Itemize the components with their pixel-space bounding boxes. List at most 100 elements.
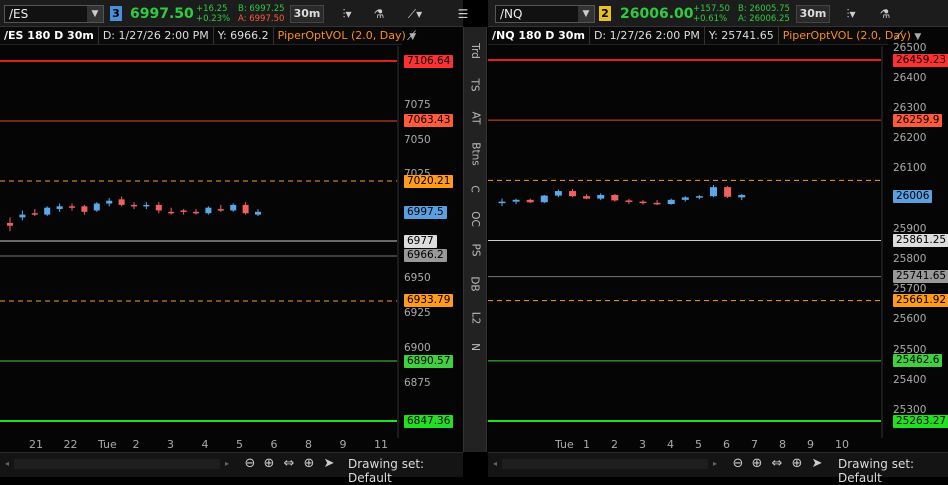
- candle-body: [7, 222, 13, 226]
- chevron-down-icon[interactable]: ▼: [578, 6, 594, 22]
- x-tick-label: 9: [807, 438, 814, 451]
- autoscale-icon[interactable]: ⟋: [407, 29, 425, 44]
- price-level-label: 6966.2: [404, 249, 447, 263]
- symbol-input[interactable]: /NQ ▼: [495, 5, 595, 23]
- chart-header-right: /NQ 180 D 30m D: 1/27/26 2:00 PM Y: 25741.…: [488, 27, 921, 45]
- x-tick-label: 4: [667, 438, 674, 451]
- expand-icon[interactable]: ⇔: [769, 456, 785, 472]
- caret-down-icon[interactable]: ▼: [914, 32, 921, 42]
- price-level-label: 6890.57: [404, 354, 454, 368]
- side-tab-trd[interactable]: Trd: [464, 43, 486, 59]
- x-tick-label: 5: [236, 438, 243, 451]
- bottom-bar-right: ◂ ▸ ⊖ ⊕ ⇔ ⊕ ➤ Drawing set: Default: [488, 452, 948, 485]
- pct-change: +0.61%: [693, 14, 728, 24]
- cursor-date: D: 1/27/26 2:00 PM: [590, 27, 705, 45]
- candle-body: [569, 191, 576, 197]
- price-level-label: 26006: [893, 190, 933, 204]
- x-tick-label: 22: [63, 438, 78, 451]
- candle-body: [168, 211, 175, 214]
- zoom-out-icon[interactable]: ⊖: [730, 456, 746, 472]
- crosshair-icon[interactable]: ⊕: [789, 456, 805, 472]
- side-tab-ps[interactable]: PS: [464, 244, 486, 257]
- cursor-icon[interactable]: ➤: [321, 456, 337, 472]
- scroll-left-icon[interactable]: ◂: [490, 459, 500, 469]
- price-chart-left[interactable]: [0, 46, 463, 438]
- candle-body: [695, 196, 703, 198]
- side-tab-label: OC: [468, 211, 481, 227]
- y-tick-label: 26200: [893, 132, 927, 145]
- price-level-label: 25741.65: [893, 270, 948, 284]
- candle-body: [512, 199, 520, 202]
- y-tick-label: 25900: [893, 222, 927, 235]
- ask: A: 26006.25: [738, 14, 790, 24]
- chart-header-left: /ES 180 D 30m D: 1/27/26 2:00 PM Y: 6966.2…: [0, 27, 416, 45]
- link-badge[interactable]: 2: [599, 6, 611, 21]
- price-level-label: 26459.23: [893, 53, 948, 67]
- candle-body: [205, 207, 212, 214]
- candle-body: [155, 204, 162, 211]
- side-tab-oc[interactable]: OC: [464, 211, 486, 227]
- candle-body: [653, 202, 661, 205]
- candle-style-icon[interactable]: ⫶▾: [334, 5, 360, 23]
- drawing-set[interactable]: Drawing set: Default: [838, 457, 948, 485]
- chart-panel-right: /NQ ▼ 2 26006.00 +157.50 +0.61% B: 26005…: [488, 0, 948, 485]
- zoom-in-icon[interactable]: ⊕: [749, 456, 765, 472]
- side-tab-ts[interactable]: TS: [464, 78, 486, 91]
- cursor-y: Y: 25741.65: [705, 27, 779, 45]
- chevron-down-icon[interactable]: ▼: [87, 6, 103, 22]
- side-tab-c[interactable]: C: [464, 183, 486, 195]
- zoom-out-icon[interactable]: ⊖: [242, 456, 258, 472]
- x-tick-label: 9: [339, 438, 347, 451]
- x-tick-label: 2: [611, 438, 618, 451]
- study-label[interactable]: PiperOptVOL (2.0, Day) ▼: [274, 27, 421, 46]
- side-tab-at[interactable]: AT: [464, 111, 486, 125]
- side-tab-label: AT: [468, 111, 481, 125]
- candle-body: [526, 199, 534, 203]
- candle-body: [131, 204, 137, 207]
- x-tick-label: 8: [305, 438, 312, 451]
- expand-icon[interactable]: ⇔: [281, 456, 297, 472]
- candle-body: [738, 194, 746, 198]
- scroll-right-icon[interactable]: ▸: [222, 459, 232, 469]
- drawing-set[interactable]: Drawing set: Default: [348, 457, 463, 485]
- price-level-label: 7020.21: [404, 174, 454, 188]
- cursor-icon[interactable]: ➤: [809, 456, 825, 472]
- x-tick-label: 5: [695, 438, 702, 451]
- horizontal-scrollbar[interactable]: [502, 459, 708, 469]
- side-tab-db[interactable]: DB: [464, 276, 486, 291]
- candle-body: [31, 213, 38, 215]
- zoom-in-icon[interactable]: ⊕: [261, 456, 277, 472]
- x-tick-label: 4: [201, 438, 209, 451]
- link-badge[interactable]: 3: [110, 6, 122, 21]
- cursor-y: Y: 6966.2: [214, 27, 274, 45]
- y-tick-label: 25600: [893, 313, 927, 326]
- scroll-right-icon[interactable]: ▸: [710, 459, 720, 469]
- candle-body: [625, 200, 633, 202]
- candle-body: [217, 209, 224, 211]
- timeframe-button[interactable]: 30m: [290, 5, 324, 23]
- menu-icon[interactable]: ☰: [455, 5, 471, 23]
- price-level-label: 6847.36: [404, 414, 454, 428]
- side-tabs: Trd TS AT Btns C OC PS DB L2 N: [463, 27, 487, 452]
- horizontal-scrollbar[interactable]: [14, 459, 220, 469]
- side-tab-n[interactable]: N: [464, 341, 486, 353]
- price-level-label: 25263.27: [893, 414, 948, 428]
- scroll-left-icon[interactable]: ◂: [2, 459, 12, 469]
- net-change: +157.50: [693, 4, 730, 14]
- symbol-input[interactable]: /ES ▼: [4, 5, 104, 23]
- candle-style-icon[interactable]: ⫶▾: [838, 5, 864, 23]
- side-tab-label: C: [469, 185, 481, 193]
- timeframe-button[interactable]: 30m: [796, 5, 830, 23]
- last-price: 6997.50: [130, 6, 194, 22]
- drawing-tools-icon[interactable]: ⟋▾: [402, 5, 428, 23]
- side-tab-btns[interactable]: Btns: [464, 142, 486, 165]
- crosshair-icon[interactable]: ⊕: [301, 456, 317, 472]
- x-tick-label: 3: [167, 438, 174, 451]
- candle-body: [180, 210, 187, 212]
- candle-body: [44, 207, 51, 215]
- studies-flask-icon[interactable]: ⚗: [366, 5, 392, 23]
- studies-flask-icon[interactable]: ⚗: [872, 5, 898, 23]
- price-chart-right[interactable]: [488, 46, 948, 438]
- side-tab-l2[interactable]: L2: [464, 312, 486, 325]
- chart-panel-left: /ES ▼ 3 6997.50 +16.25 +0.23% B: 6997.25…: [0, 0, 468, 485]
